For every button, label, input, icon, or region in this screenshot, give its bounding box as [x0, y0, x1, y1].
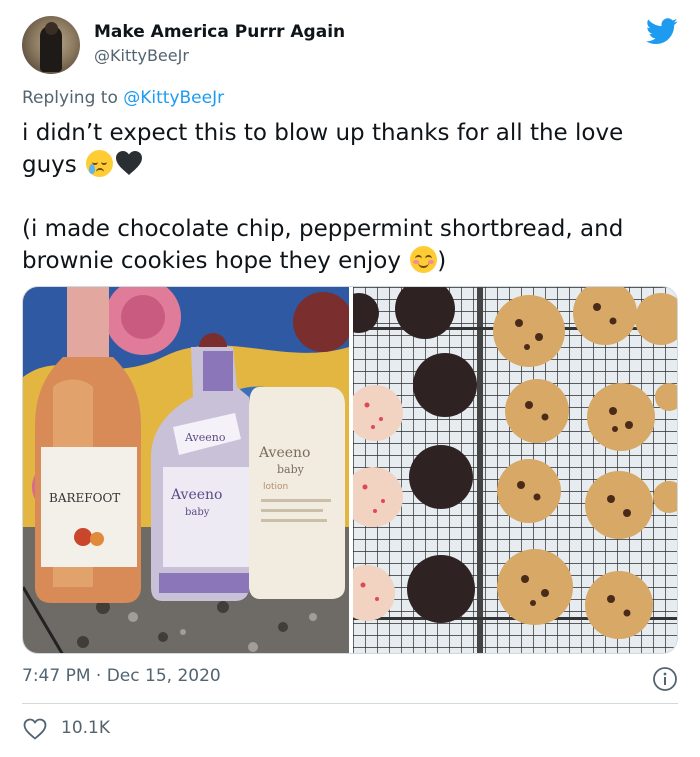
svg-text:baby: baby [277, 463, 305, 476]
avatar[interactable] [22, 16, 80, 74]
crying-face-emoji-icon [86, 150, 114, 177]
divider [22, 703, 678, 704]
svg-text:Aveeno: Aveeno [184, 431, 226, 444]
tweet-paragraph-2: (i made chocolate chip, peppermint short… [22, 213, 672, 277]
svg-text:Aveeno: Aveeno [258, 445, 310, 461]
tweet-line-1: i didn’t expect this to blow up thanks f… [22, 120, 624, 178]
author-handle[interactable]: @KittyBeeJr [94, 46, 189, 65]
svg-text:lotion: lotion [263, 482, 288, 492]
tweet-media[interactable]: BAREFOOT Aveeno baby Aveeno Aveeno baby … [22, 286, 678, 654]
info-icon[interactable] [652, 666, 678, 692]
tweet-paragraph-1: i didn’t expect this to blow up thanks f… [22, 117, 672, 181]
timestamp-separator: · [90, 666, 107, 686]
twitter-bird-icon[interactable] [646, 18, 678, 45]
photo-right-drawing [353, 287, 677, 653]
tweet-date: Dec 15, 2020 [106, 666, 221, 686]
tweet-timestamp[interactable]: 7:47 PM · Dec 15, 2020 [22, 666, 221, 686]
smiling-face-emoji-icon [410, 246, 438, 273]
black-heart-emoji-icon [116, 151, 143, 175]
photo-wine-bottle-and-aveeno-baby-products[interactable]: BAREFOOT Aveeno baby Aveeno Aveeno baby … [23, 287, 349, 653]
tweet-line-2: (i made chocolate chip, peppermint short… [22, 216, 624, 274]
tweet-text: i didn’t expect this to blow up thanks f… [22, 117, 672, 277]
tweet-time: 7:47 PM [22, 666, 91, 686]
replying-to-prefix: Replying to [22, 88, 124, 108]
tweet-line-2-close: ) [437, 248, 447, 274]
like-count: 10.1K [61, 718, 110, 738]
replying-to: Replying to @KittyBeeJr [22, 88, 224, 108]
svg-text:baby: baby [185, 507, 210, 518]
svg-text:Aveeno: Aveeno [170, 487, 222, 503]
photo-cookies-on-cooling-racks[interactable] [353, 287, 677, 653]
svg-text:BAREFOOT: BAREFOOT [49, 491, 120, 505]
replying-to-mention[interactable]: @KittyBeeJr [123, 88, 224, 108]
author-display-name[interactable]: Make America Purrr Again [94, 22, 345, 42]
photo-left-drawing: BAREFOOT Aveeno baby Aveeno Aveeno baby … [23, 287, 349, 653]
heart-outline-icon[interactable] [22, 717, 48, 741]
avatar-head [45, 22, 58, 35]
